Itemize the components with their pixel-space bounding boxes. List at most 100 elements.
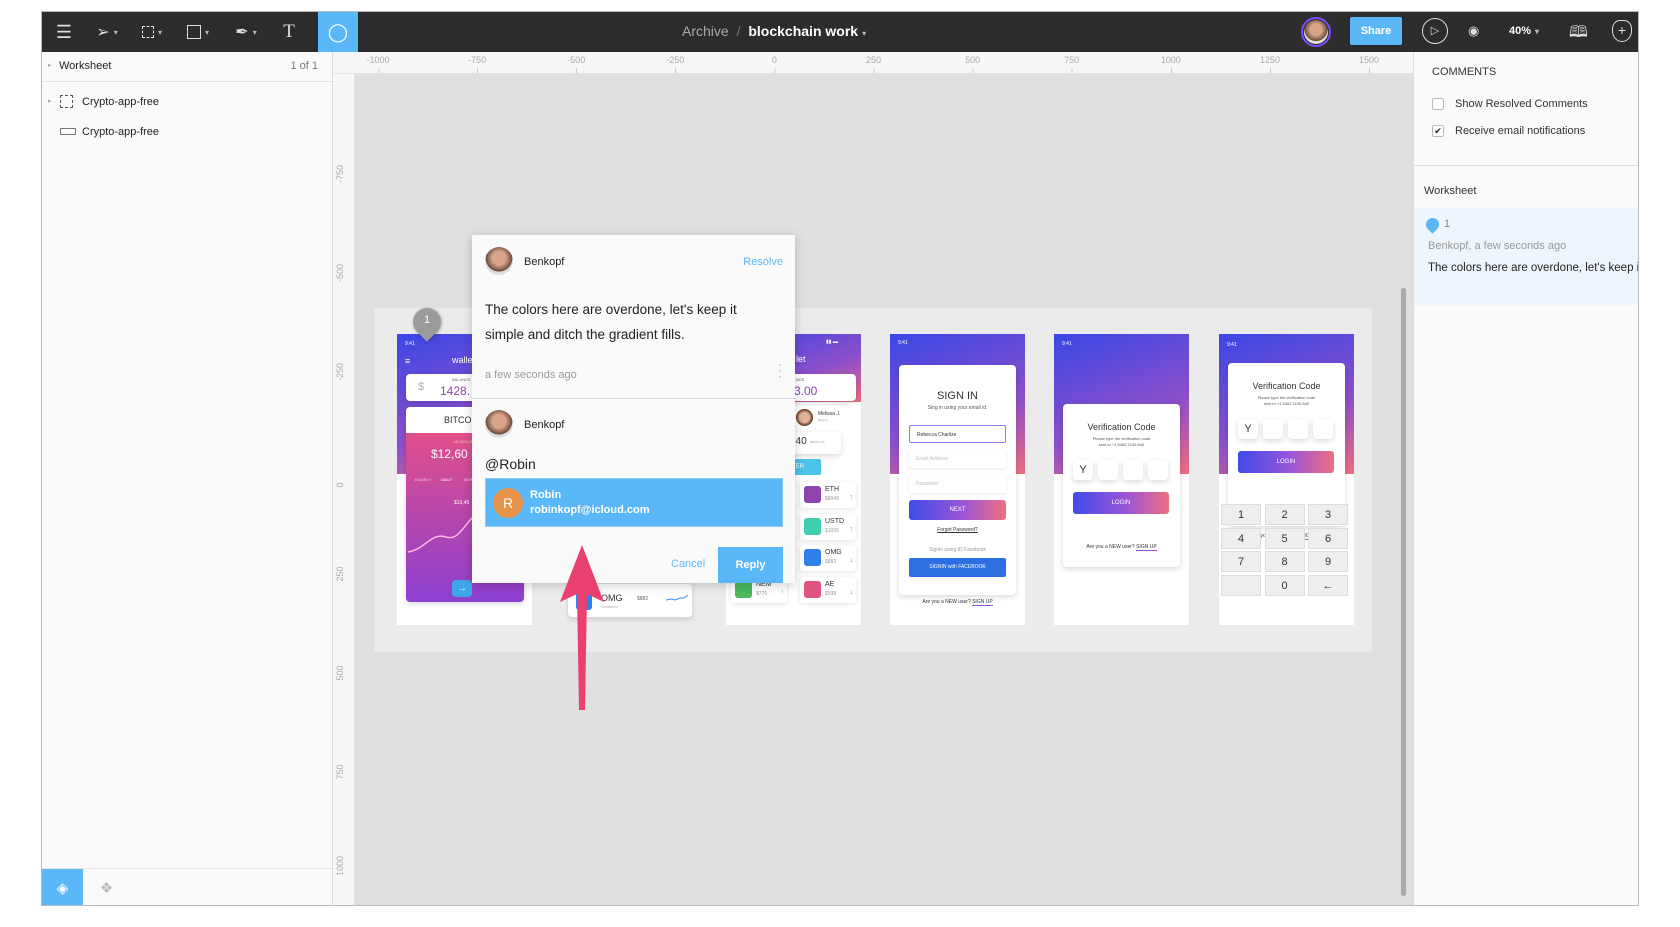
comment-time: a few seconds ago: [485, 369, 577, 381]
sign-up-link[interactable]: SIGN UP: [1136, 544, 1157, 551]
text-tool-button[interactable]: T: [274, 12, 304, 52]
book-icon[interactable]: 🕮: [1569, 21, 1588, 48]
canvas-scrollbar[interactable]: [1401, 288, 1406, 896]
coin-ae[interactable]: AE $598 ↓: [800, 577, 856, 603]
keypad-key[interactable]: 8: [1264, 551, 1305, 572]
user-avatar[interactable]: [1301, 17, 1331, 47]
resolve-button[interactable]: Resolve: [743, 256, 783, 268]
pointer-icon: ➢: [96, 24, 110, 41]
login-button[interactable]: LOGIN: [1073, 492, 1169, 514]
comment-text: The colors here are overdone, let's keep…: [485, 302, 737, 342]
keypad-key[interactable]: 2: [1264, 504, 1305, 525]
move-tool-button[interactable]: ➢ ▾: [90, 12, 124, 52]
menu-icon: ≡: [405, 356, 411, 366]
layer-label: Crypto-app-free: [82, 96, 160, 108]
text-icon: T: [283, 21, 295, 42]
keypad-key[interactable]: 3: [1308, 504, 1348, 525]
cancel-button[interactable]: Cancel: [671, 558, 705, 570]
name-field[interactable]: Rebecca Charlize: [909, 425, 1006, 443]
frame-sign-in[interactable]: 9:41 SIGN IN Sing in using your email id…: [890, 334, 1025, 625]
facebook-signin-button[interactable]: SIGNIN with FACEBOOK: [909, 558, 1006, 577]
ruler-tick: 250: [865, 55, 882, 73]
ruler-tick: -250: [666, 55, 685, 73]
coin-omg[interactable]: OMG $882 ↓: [800, 545, 856, 571]
layers-tab-icon[interactable]: ◈: [42, 869, 83, 905]
mention-avatar: R: [493, 488, 523, 518]
file-name[interactable]: blockchain work: [748, 23, 858, 39]
ruler-tick: -500: [335, 264, 345, 283]
menu-icon[interactable]: ☰: [50, 12, 78, 52]
annotation-arrow: [560, 545, 604, 710]
chevron-down-icon[interactable]: ▾: [862, 29, 866, 38]
email-notifications-label: Receive email notifications: [1455, 125, 1586, 137]
reply-button[interactable]: Reply: [718, 547, 783, 583]
keypad-key[interactable]: 6: [1308, 527, 1348, 549]
avatar: [796, 409, 813, 426]
coin-ustd[interactable]: USTD $1005 ↑: [800, 514, 856, 540]
ruler-tick: 750: [335, 764, 345, 780]
keypad-key[interactable]: 5: [1264, 527, 1305, 549]
frame-verification-keypad[interactable]: 9:41 Verification Code Please type the v…: [1219, 334, 1354, 625]
comment-icon: ◯: [327, 21, 349, 42]
layers-panel: ▸ Worksheet 1 of 1 ▸ Crypto-app-free Cry…: [42, 52, 333, 905]
section-title: Worksheet: [1424, 185, 1477, 197]
coin-eth[interactable]: ETH $8949 ↑: [800, 482, 856, 508]
rectangle-icon: [186, 25, 201, 39]
ruler-tick: 250: [335, 566, 345, 582]
login-button[interactable]: LOGIN: [1238, 451, 1334, 473]
email-notifications-checkbox[interactable]: ✔: [1432, 125, 1444, 137]
frame-verification[interactable]: 9:41 Verification Code Please type the v…: [1054, 334, 1189, 625]
page-selector[interactable]: ▸ Worksheet 1 of 1: [42, 52, 332, 82]
keypad-key[interactable]: 7: [1221, 551, 1261, 572]
keypad-key[interactable]: 9: [1308, 551, 1348, 572]
pen-icon: ✒: [235, 24, 249, 41]
comment-thread-item[interactable]: 1 Benkopf, a few seconds ago The colors …: [1414, 208, 1639, 305]
password-field[interactable]: Password: [909, 475, 1006, 493]
toolbar: ☰ ➢ ▾ ▾ ▾ ✒ ▾ T ◯ Archive / blockchain wor…: [42, 12, 1638, 52]
layer-label: Crypto-app-free: [82, 126, 160, 138]
keypad-key[interactable]: 4: [1221, 527, 1261, 549]
comment-author: Benkopf: [524, 256, 565, 268]
forgot-password-link[interactable]: Forgot Password?: [899, 527, 1016, 533]
share-button[interactable]: Share: [1350, 17, 1402, 45]
ruler-tick: 0: [771, 55, 777, 73]
caret-right-icon: ▸: [48, 62, 52, 69]
page-count: 1 of 1: [290, 60, 318, 72]
reply-author: Benkopf: [524, 419, 565, 431]
pen-tool-button[interactable]: ✒ ▾: [228, 12, 264, 52]
ruler-tick: 1250: [1259, 55, 1280, 73]
show-resolved-checkbox[interactable]: [1432, 98, 1444, 110]
components-tab-icon[interactable]: ❖: [86, 869, 127, 905]
keypad-key[interactable]: [1221, 574, 1261, 596]
frame-tool-button[interactable]: ▾: [134, 12, 170, 52]
breadcrumb-archive[interactable]: Archive: [682, 23, 729, 39]
next-button[interactable]: NEXT: [909, 500, 1006, 520]
pin-icon: [1423, 215, 1442, 234]
sign-up-link[interactable]: SIGN UP: [972, 599, 993, 606]
comment-tool-button[interactable]: ◯: [318, 12, 358, 52]
rectangle-tool-button[interactable]: ▾: [180, 12, 216, 52]
ruler-tick: 0: [335, 482, 345, 488]
more-options-icon[interactable]: · · ·: [778, 358, 782, 382]
comments-heading: COMMENTS: [1432, 66, 1497, 78]
mention-suggestion[interactable]: R Robin robinkopf@icloud.com: [485, 478, 783, 527]
ruler-tick: -750: [468, 55, 487, 73]
thread-preview: The colors here are overdone, let's keep…: [1428, 262, 1639, 274]
ruler-tick: -1000: [366, 55, 390, 73]
layer-row[interactable]: Crypto-app-free: [42, 120, 332, 144]
ruler-tick: -500: [567, 55, 586, 73]
eye-icon[interactable]: ◉: [1468, 23, 1479, 39]
arrow-right-button[interactable]: →: [452, 580, 472, 597]
email-field[interactable]: Email Address: [909, 450, 1006, 468]
keypad-key[interactable]: 0: [1264, 574, 1305, 596]
plugin-plus-icon[interactable]: +: [1612, 20, 1632, 42]
mention-email: robinkopf@icloud.com: [530, 504, 650, 516]
ruler-tick: 1500: [1358, 55, 1380, 73]
ruler-tick: -750: [335, 164, 345, 183]
keypad-key[interactable]: ←: [1308, 574, 1348, 596]
keypad-key[interactable]: 1: [1221, 504, 1261, 525]
reply-input[interactable]: @Robin: [485, 456, 781, 472]
layer-row[interactable]: ▸ Crypto-app-free: [42, 90, 332, 114]
zoom-dropdown[interactable]: 40% ▾: [1509, 25, 1539, 37]
present-play-icon[interactable]: ▷: [1422, 18, 1448, 44]
